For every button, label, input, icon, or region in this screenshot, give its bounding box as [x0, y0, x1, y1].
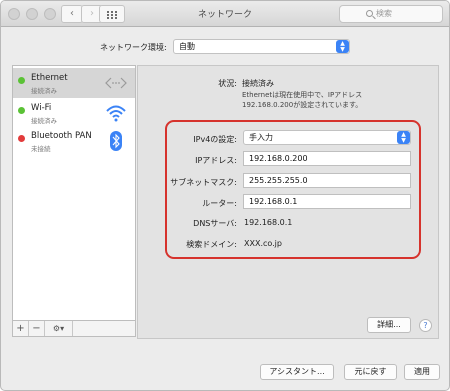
service-status: 未接続 — [31, 145, 51, 153]
title-bar: ‹ › ネットワーク 検索 — [1, 1, 449, 27]
help-button[interactable]: ? — [419, 319, 432, 332]
search-domains-value: XXX.co.jp — [244, 239, 282, 248]
location-popup[interactable]: 自動 ▲ ▼ — [173, 39, 350, 54]
dns-server-label: DNSサーバ: — [193, 219, 237, 228]
search-field[interactable]: 検索 — [339, 5, 443, 23]
status-value: 接続済み — [242, 79, 274, 88]
popup-arrows-icon: ▲ ▼ — [336, 40, 349, 53]
popup-arrows-icon: ▲ ▼ — [397, 131, 410, 144]
ethernet-arrows-icon — [105, 77, 127, 89]
status-dot-green — [18, 77, 25, 84]
location-value: 自動 — [179, 42, 195, 51]
status-description-line: 192.168.0.200が設定されています。 — [242, 101, 363, 109]
status-dot-red — [18, 135, 25, 142]
location-label: ネットワーク環境: — [100, 43, 167, 52]
status-dot-green — [18, 107, 25, 114]
service-list-toolbar: + − ⚙▾ — [12, 321, 136, 337]
network-preferences-window: ‹ › ネットワーク 検索 ネットワーク環境: 自動 ▲ ▼ Ethernet 接… — [0, 0, 450, 391]
service-name: Wi-Fi — [31, 103, 52, 113]
router-label: ルーター: — [202, 199, 237, 208]
search-domains-label: 検索ドメイン: — [186, 240, 237, 249]
service-name: Ethernet — [31, 73, 68, 83]
search-placeholder: 検索 — [376, 9, 392, 18]
action-menu-button[interactable]: ⚙▾ — [45, 321, 73, 336]
service-name: Bluetooth PAN — [31, 131, 92, 141]
assistant-button[interactable]: アシスタント... — [260, 364, 334, 380]
search-icon — [366, 10, 373, 17]
status-description: Ethernetは現在使用中で、IPアドレス 192.168.0.200が設定さ… — [242, 90, 362, 110]
apply-button[interactable]: 適用 — [404, 364, 440, 380]
status-label: 状況: — [218, 79, 237, 88]
service-list: Ethernet 接続済み Wi-Fi 接続済み Bluetooth PAN 未… — [12, 65, 136, 321]
dns-server-value: 192.168.0.1 — [244, 218, 293, 227]
advanced-button[interactable]: 詳細... — [367, 317, 411, 333]
router-field[interactable]: 192.168.0.1 — [243, 194, 411, 209]
subnet-mask-label: サブネットマスク: — [170, 178, 237, 187]
add-service-button[interactable]: + — [13, 321, 29, 336]
service-item-ethernet[interactable]: Ethernet 接続済み — [13, 68, 135, 98]
service-status: 接続済み — [31, 87, 57, 95]
status-description-line: Ethernetは現在使用中で、IPアドレス — [242, 91, 363, 99]
wifi-icon — [106, 105, 126, 122]
remove-service-button[interactable]: − — [29, 321, 45, 336]
subnet-mask-field[interactable]: 255.255.255.0 — [243, 173, 411, 188]
ip-address-field[interactable]: 192.168.0.200 — [243, 151, 411, 166]
ip-address-label: IPアドレス: — [195, 156, 237, 165]
service-status: 接続済み — [31, 117, 57, 125]
ipv4-config-label: IPv4の設定: — [193, 135, 237, 144]
ipv4-config-value: 手入力 — [249, 133, 273, 142]
bluetooth-icon — [110, 131, 122, 151]
service-item-wifi[interactable]: Wi-Fi 接続済み — [13, 98, 135, 128]
revert-button[interactable]: 元に戻す — [344, 364, 397, 380]
service-item-bluetooth-pan[interactable]: Bluetooth PAN 未接続 — [13, 126, 135, 156]
ipv4-config-popup[interactable]: 手入力 ▲ ▼ — [243, 130, 411, 145]
